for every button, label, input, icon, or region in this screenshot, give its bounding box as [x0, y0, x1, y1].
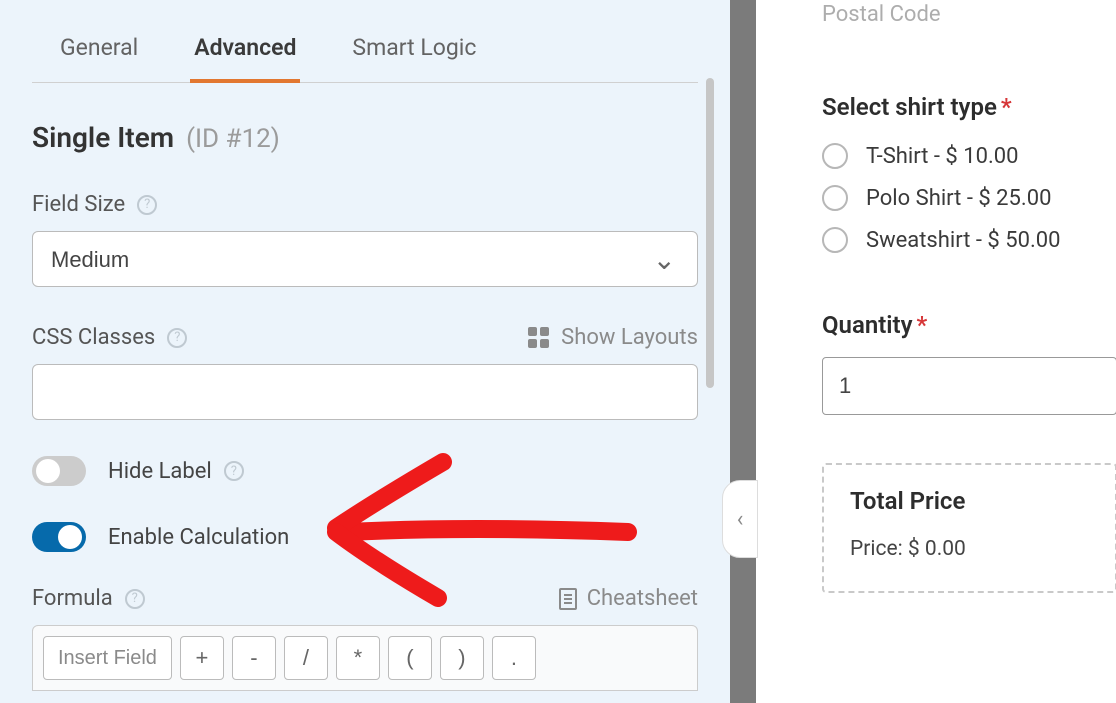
radio-label: T-Shirt - $ 10.00: [866, 144, 1019, 169]
cheatsheet-label: Cheatsheet: [587, 586, 698, 611]
radio-label: Sweatshirt - $ 50.00: [866, 228, 1061, 253]
tab-advanced[interactable]: Advanced: [190, 20, 300, 83]
chevron-left-icon: ‹: [737, 507, 744, 532]
multiply-button[interactable]: *: [336, 636, 380, 680]
section-title-row: Single Item (ID #12): [32, 121, 698, 154]
document-icon: [559, 588, 577, 610]
lparen-button[interactable]: (: [388, 636, 432, 680]
enable-calculation-toggle[interactable]: [32, 522, 86, 552]
settings-tabs: General Advanced Smart Logic: [32, 0, 698, 83]
help-icon[interactable]: ?: [167, 328, 187, 348]
grid-icon: [528, 327, 549, 348]
cheatsheet-link[interactable]: Cheatsheet: [559, 586, 698, 611]
rparen-button[interactable]: ): [440, 636, 484, 680]
enable-calculation-text: Enable Calculation: [108, 525, 289, 550]
radio-icon: [822, 185, 848, 211]
css-classes-input[interactable]: [32, 364, 698, 420]
shirt-type-label: Select shirt type*: [822, 93, 1116, 121]
radio-option[interactable]: T-Shirt - $ 10.00: [822, 143, 1116, 169]
field-size-select[interactable]: Medium: [32, 231, 698, 287]
plus-button[interactable]: +: [180, 636, 224, 680]
section-id: (ID #12): [186, 124, 280, 154]
tab-general[interactable]: General: [56, 20, 142, 82]
radio-icon: [822, 227, 848, 253]
help-icon[interactable]: ?: [224, 461, 244, 481]
show-layouts-label: Show Layouts: [561, 325, 698, 350]
total-price-title: Total Price: [850, 487, 1089, 515]
formula-toolbar: Insert Field + - / * ( ) .: [32, 625, 698, 691]
quantity-input[interactable]: [822, 357, 1116, 415]
css-classes-label: CSS Classes: [32, 325, 155, 350]
help-icon[interactable]: ?: [137, 195, 157, 215]
postal-code-label: Postal Code: [822, 2, 1116, 27]
minus-button[interactable]: -: [232, 636, 276, 680]
collapse-panel-handle[interactable]: ‹: [722, 480, 758, 558]
quantity-label: Quantity*: [822, 311, 1116, 339]
field-size-label: Field Size: [32, 192, 125, 217]
hide-label-toggle[interactable]: [32, 456, 86, 486]
radio-icon: [822, 143, 848, 169]
radio-label: Polo Shirt - $ 25.00: [866, 186, 1051, 211]
insert-field-button[interactable]: Insert Field: [43, 636, 172, 680]
divide-button[interactable]: /: [284, 636, 328, 680]
hide-label-text: Hide Label: [108, 459, 212, 484]
radio-option[interactable]: Polo Shirt - $ 25.00: [822, 185, 1116, 211]
tab-smart-logic[interactable]: Smart Logic: [348, 20, 480, 82]
radio-option[interactable]: Sweatshirt - $ 50.00: [822, 227, 1116, 253]
panel-divider: [730, 0, 756, 703]
formula-label: Formula: [32, 586, 113, 611]
section-title: Single Item: [32, 121, 174, 154]
total-price-box: Total Price Price: $ 0.00: [822, 463, 1116, 593]
total-price-value: Price: $ 0.00: [850, 537, 1089, 561]
scrollbar[interactable]: [706, 78, 714, 388]
show-layouts-link[interactable]: Show Layouts: [528, 325, 698, 350]
help-icon[interactable]: ?: [125, 589, 145, 609]
dot-button[interactable]: .: [492, 636, 536, 680]
